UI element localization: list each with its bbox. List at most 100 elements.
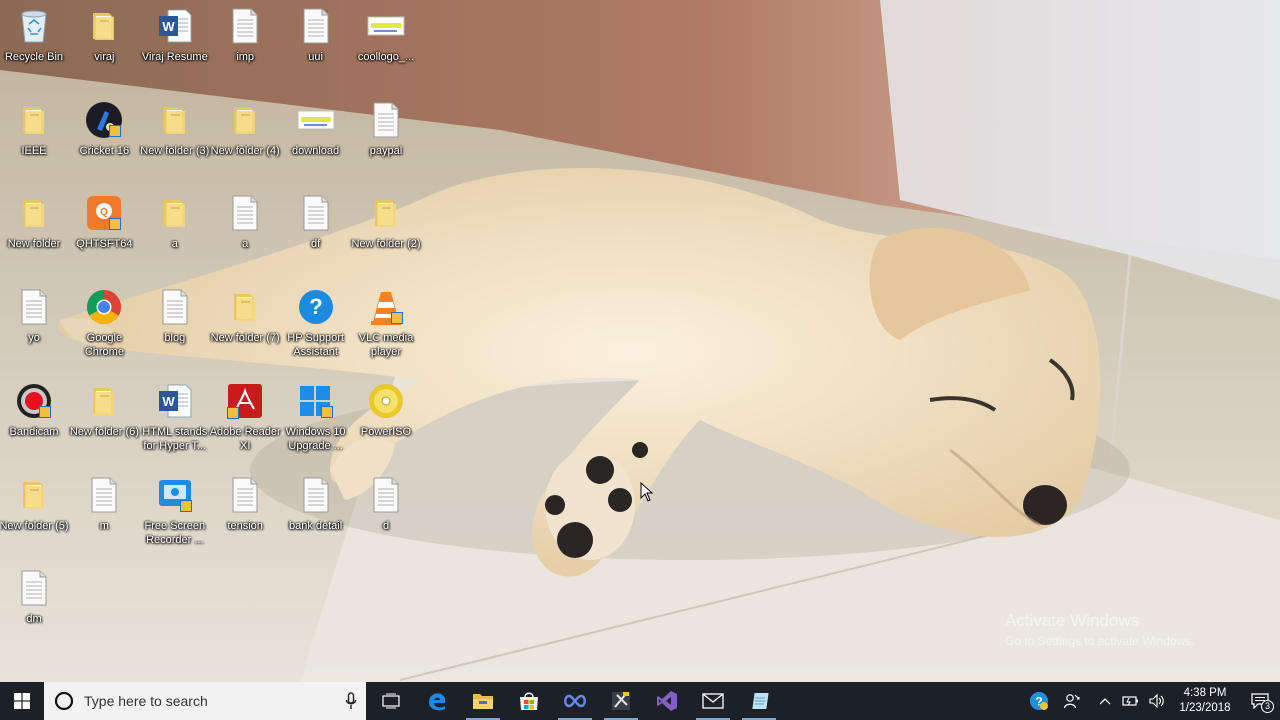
desktop-icon[interactable]: uui bbox=[281, 0, 351, 90]
desktop-icon[interactable]: Cricket 16 bbox=[69, 94, 139, 184]
store-icon bbox=[518, 690, 540, 712]
hp-support-tray-icon[interactable]: ? bbox=[1026, 682, 1052, 720]
chevron-up-icon[interactable] bbox=[1092, 682, 1118, 720]
desktop-icon-label: Recycle Bin bbox=[4, 51, 64, 63]
desktop-icon[interactable]: coollogo_... bbox=[351, 0, 421, 90]
folder-icon bbox=[155, 100, 195, 140]
taskbar-mail-button[interactable] bbox=[690, 682, 736, 720]
desktop-icon[interactable]: IEEE bbox=[0, 94, 69, 184]
hp-support-icon: ? bbox=[296, 287, 336, 327]
desktop-icon[interactable]: paypal bbox=[351, 94, 421, 184]
folder-icon bbox=[84, 381, 124, 421]
taskbar-store-button[interactable] bbox=[506, 682, 552, 720]
desktop-icon-label: blog bbox=[164, 332, 186, 345]
text-file-icon bbox=[14, 287, 54, 327]
desktop-icon[interactable]: VLC media player bbox=[351, 281, 421, 371]
desktop-icon[interactable]: W Viraj Resume bbox=[140, 0, 210, 90]
desktop-icon[interactable]: Bandicam bbox=[0, 375, 69, 465]
people-icon[interactable] bbox=[1052, 682, 1092, 720]
desktop-icon[interactable]: a bbox=[210, 187, 280, 277]
desktop-icon-label: tension bbox=[227, 519, 263, 532]
clock-time: 4:38 PM bbox=[1183, 687, 1227, 699]
desktop-icon-label: QHTSFT64 bbox=[76, 238, 133, 251]
taskbar-clock[interactable]: 4:38 PM 1/23/2018 bbox=[1170, 686, 1240, 716]
folder-icon bbox=[366, 193, 406, 233]
folder-icon bbox=[14, 193, 54, 233]
taskbar-edge-button[interactable] bbox=[414, 682, 460, 720]
system-tray: ? 4:38 PM 1/23/2018 3 bbox=[1026, 682, 1280, 720]
desktop-icon[interactable]: ? HP Support Assistant bbox=[281, 281, 351, 371]
desktop-icon[interactable]: New folder (6) bbox=[69, 375, 139, 465]
desktop-icon[interactable]: blog bbox=[140, 281, 210, 371]
folder-icon bbox=[155, 193, 195, 233]
adobe-reader-icon bbox=[225, 381, 265, 421]
text-file-icon bbox=[296, 475, 336, 515]
desktop-icon[interactable]: imp bbox=[210, 0, 280, 90]
start-button[interactable] bbox=[0, 682, 44, 720]
chrome-icon bbox=[84, 287, 124, 327]
desktop-icon[interactable]: m bbox=[69, 469, 139, 559]
desktop-icon[interactable]: Recycle Bin bbox=[0, 0, 69, 90]
desktop-icon[interactable]: download bbox=[281, 94, 351, 184]
mail-icon bbox=[702, 693, 724, 709]
taskbar-tools-app-button[interactable] bbox=[598, 682, 644, 720]
desktop-icon[interactable]: New folder bbox=[0, 187, 69, 277]
desktop-icon[interactable]: dm bbox=[0, 562, 69, 652]
desktop-icon[interactable]: a bbox=[140, 187, 210, 277]
desktop-icon[interactable]: New folder (4) bbox=[210, 94, 280, 184]
taskbar-infinity-app-button[interactable] bbox=[552, 682, 598, 720]
activate-windows-watermark: Activate Windows Go to Settings to activ… bbox=[1005, 610, 1194, 649]
notification-count-badge: 3 bbox=[1261, 700, 1274, 713]
recycle-bin-icon bbox=[14, 6, 54, 46]
windows-logo-icon bbox=[14, 693, 30, 709]
folder-icon bbox=[14, 475, 54, 515]
taskbar-visual-studio-button[interactable] bbox=[644, 682, 690, 720]
clock-date: 1/23/2018 bbox=[1179, 702, 1231, 714]
desktop-icon[interactable]: New folder (3) bbox=[140, 94, 210, 184]
taskbar-search-box[interactable]: Type here to search bbox=[44, 682, 366, 720]
desktop-icon-label: Cricket 16 bbox=[79, 144, 130, 157]
volume-icon[interactable] bbox=[1144, 682, 1170, 720]
desktop-icon[interactable]: New folder (2) bbox=[351, 187, 421, 277]
desktop-icon[interactable]: Windows 10 Upgrade ... bbox=[281, 375, 351, 465]
desktop-icon[interactable]: Free Screen Recorder ... bbox=[140, 469, 210, 559]
desktop-icon-label: Free Screen Recorder ... bbox=[144, 519, 206, 546]
visual-studio-icon bbox=[656, 690, 678, 712]
desktop-icon-label: VLC media player bbox=[358, 332, 414, 359]
desktop-icon-grid: Recycle Bin viraj W Viraj Resume imp uui cooll… bbox=[0, 0, 1280, 682]
folder-icon bbox=[225, 287, 265, 327]
taskbar-task-view-button[interactable] bbox=[368, 682, 414, 720]
desktop-icon-label: New folder (4) bbox=[210, 144, 280, 157]
text-file-icon bbox=[225, 193, 265, 233]
action-center-button[interactable]: 3 bbox=[1240, 682, 1280, 720]
vlc-icon bbox=[366, 287, 406, 327]
desktop-icon-label: coollogo_... bbox=[357, 51, 415, 63]
cortana-icon bbox=[54, 691, 74, 711]
desktop-icon-label: Windows 10 Upgrade ... bbox=[285, 425, 346, 452]
desktop-icon-label: imp bbox=[236, 51, 255, 63]
desktop-icon[interactable]: yo bbox=[0, 281, 69, 371]
desktop-icon[interactable]: New folder (5) bbox=[0, 469, 69, 559]
taskbar-file-explorer-button[interactable] bbox=[460, 682, 506, 720]
desktop-icon-label: m bbox=[99, 519, 109, 532]
desktop-icon[interactable]: PowerISO bbox=[351, 375, 421, 465]
microphone-icon[interactable] bbox=[336, 692, 366, 710]
mouse-cursor-icon bbox=[640, 481, 654, 507]
desktop-icon-label: Adobe Reader XI bbox=[209, 425, 281, 452]
desktop-icon[interactable]: bank detail bbox=[281, 469, 351, 559]
desktop-icon[interactable]: tension bbox=[210, 469, 280, 559]
desktop-icon[interactable]: df bbox=[281, 187, 351, 277]
desktop-icon[interactable]: New folder (7) bbox=[210, 281, 280, 371]
word-document-icon: W bbox=[155, 6, 195, 46]
desktop-icon-label: bank detail bbox=[288, 519, 343, 532]
taskbar-notepad-app-button[interactable] bbox=[736, 682, 782, 720]
battery-icon[interactable] bbox=[1118, 682, 1144, 720]
desktop-icon[interactable]: viraj bbox=[69, 0, 139, 90]
word-document-icon: W bbox=[155, 381, 195, 421]
desktop-icon[interactable]: Q QHTSFT64 bbox=[69, 187, 139, 277]
desktop-icon[interactable]: W HTML stands for Hyper T... bbox=[140, 375, 210, 465]
desktop-icon[interactable]: Adobe Reader XI bbox=[209, 375, 281, 465]
svg-text:W: W bbox=[162, 394, 175, 409]
desktop-icon[interactable]: d bbox=[351, 469, 421, 559]
desktop-icon[interactable]: Google Chrome bbox=[69, 281, 139, 371]
